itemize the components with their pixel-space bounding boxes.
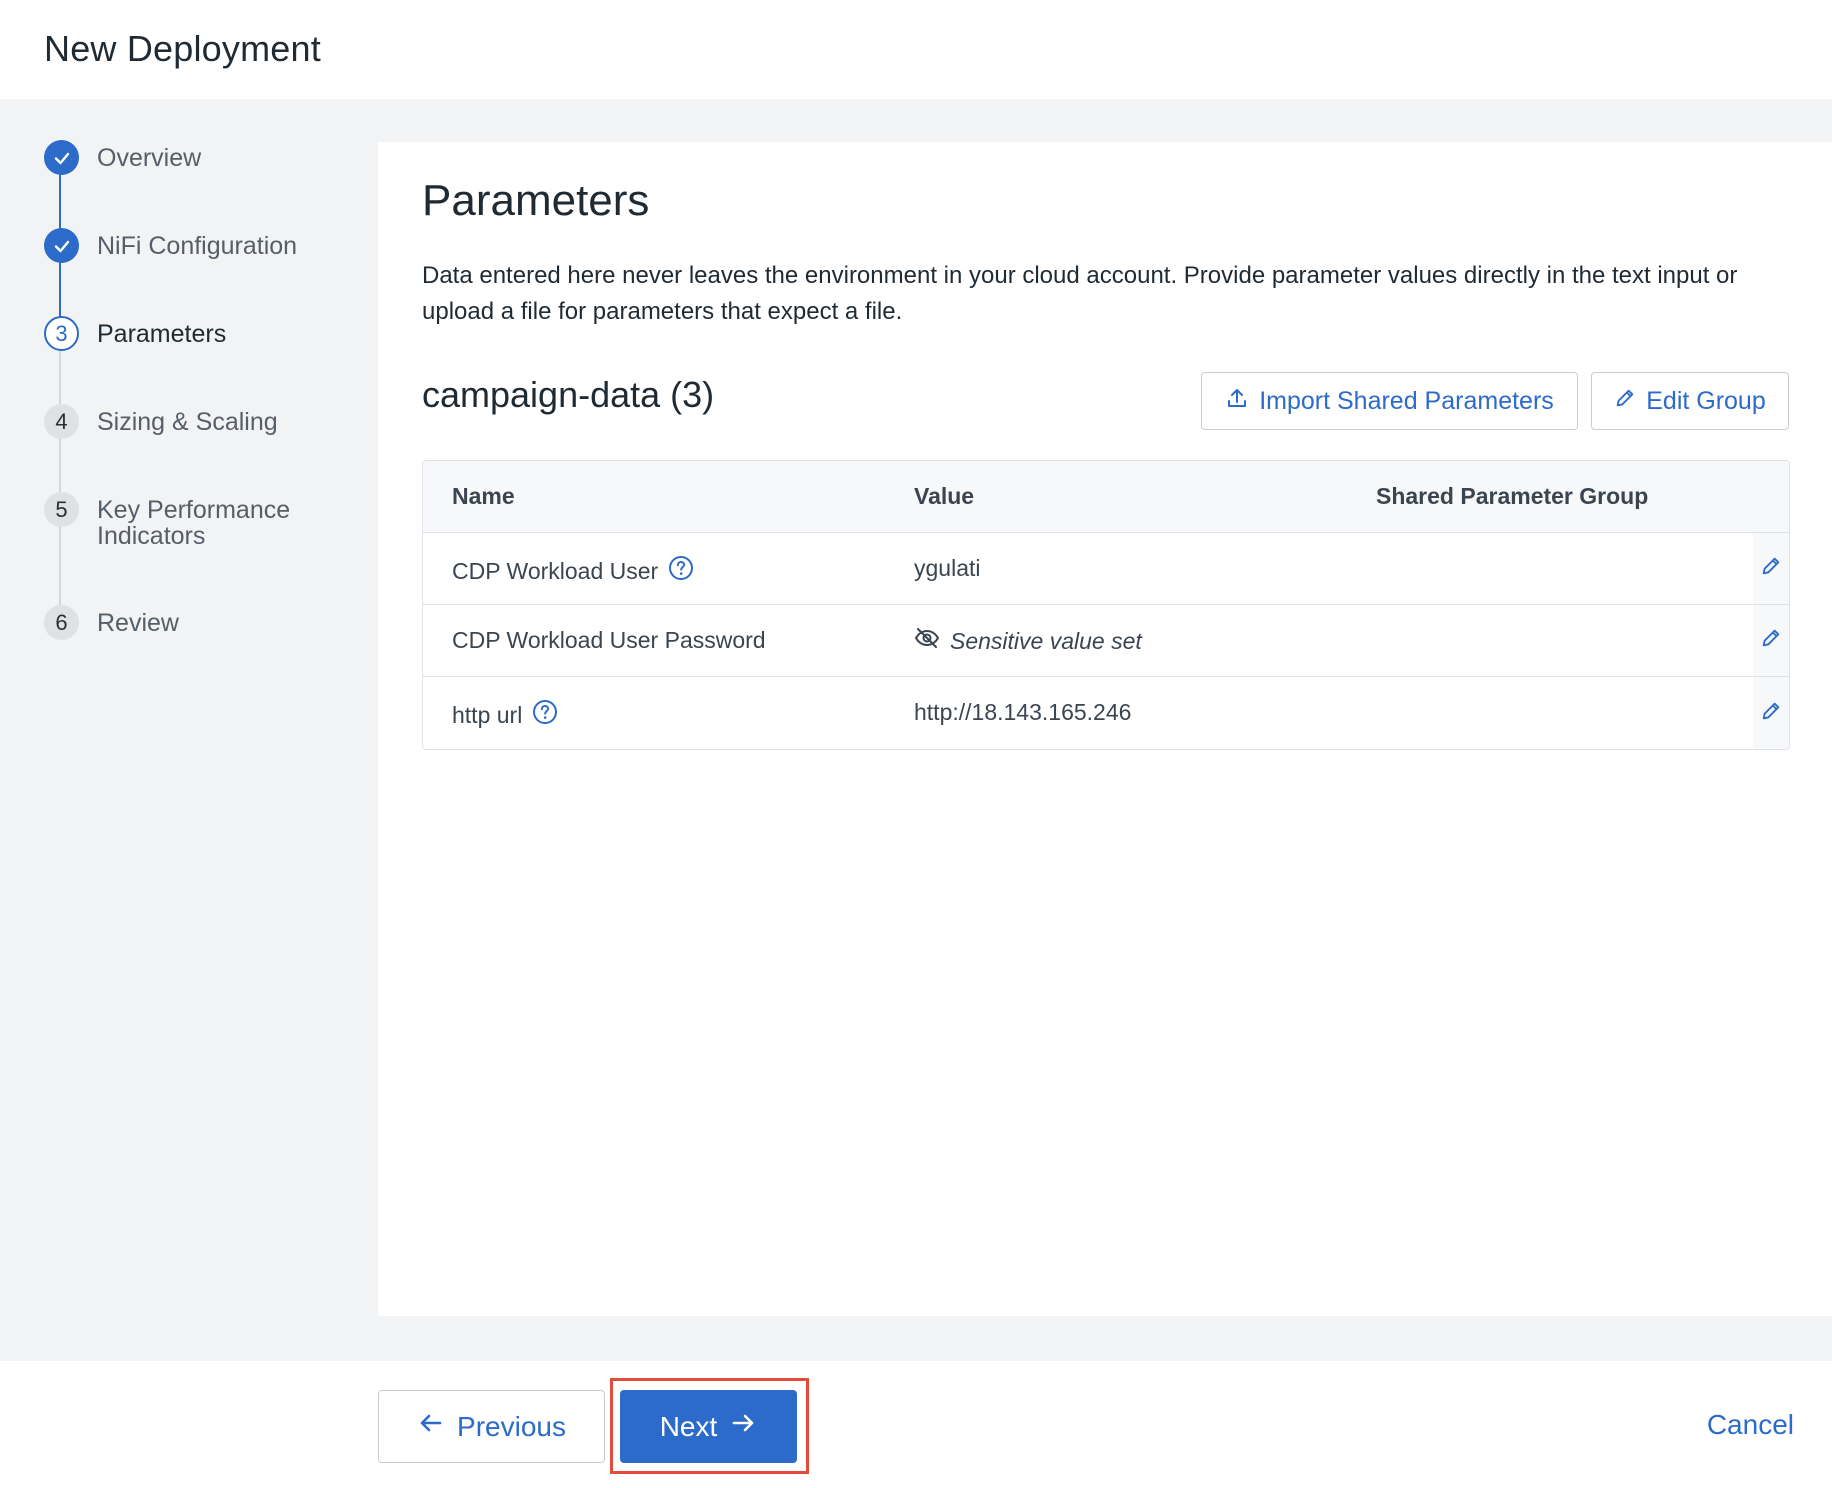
parameter-name: CDP Workload User Password [452,627,766,653]
step-sizing-scaling[interactable]: 4 Sizing & Scaling [44,404,278,439]
parameters-panel: Parameters Data entered here never leave… [378,142,1832,1316]
edit-parameter-button[interactable] [1753,677,1789,749]
step-nifi-configuration[interactable]: NiFi Configuration [44,228,297,263]
step-number: 5 [44,492,79,527]
eye-off-icon [914,627,940,655]
previous-button[interactable]: Previous [378,1390,605,1463]
table-row: CDP Workload User Password Sensitive val… [423,605,1789,677]
edit-group-button[interactable]: Edit Group [1591,372,1789,430]
step-label-line: Key Performance [97,496,291,524]
step-number: 4 [44,404,79,439]
step-number: 3 [44,316,79,351]
help-circle-icon[interactable] [668,555,694,587]
button-label: Edit Group [1646,386,1766,415]
pencil-icon [1760,555,1782,582]
step-label: Key Performance Indicators [97,492,290,549]
edit-parameter-button[interactable] [1753,605,1789,676]
parameters-table: Name Value Shared Parameter Group CDP Wo… [422,460,1790,750]
step-label: Review [97,609,179,637]
pencil-icon [1760,700,1782,727]
step-key-performance-indicators[interactable]: 5 Key Performance Indicators [44,492,290,549]
table-header: Name Value Shared Parameter Group [423,461,1789,533]
pencil-icon [1760,627,1782,654]
arrow-right-icon [729,1409,757,1444]
parameter-name: CDP Workload User [452,557,659,584]
upload-icon [1225,386,1249,417]
cancel-link[interactable]: Cancel [1707,1409,1794,1441]
parameter-group-title: campaign-data (3) [422,374,715,415]
help-circle-icon[interactable] [532,699,558,731]
check-icon [44,140,79,175]
parameter-name-cell: http url [452,699,558,731]
pencil-icon [1614,387,1636,416]
column-header-value: Value [914,483,975,509]
parameter-value: http://18.143.165.246 [914,699,1132,725]
check-icon [44,228,79,263]
section-title: Parameters [422,176,650,225]
step-label: Parameters [97,320,227,348]
button-label: Next [659,1410,718,1442]
next-button[interactable]: Next [620,1390,797,1463]
arrow-left-icon [417,1409,445,1444]
table-row: http url http://18.143.165.246 [423,677,1789,749]
button-label: Previous [457,1410,566,1442]
page-header: New Deployment [0,0,1832,99]
sensitive-value-text: Sensitive value set [950,627,1142,654]
parameter-name-cell: CDP Workload User [452,555,694,587]
step-label: NiFi Configuration [97,232,298,260]
wizard-stepper: Overview NiFi Configuration 3 Parameters… [0,99,378,1361]
step-number: 6 [44,605,79,640]
step-parameters[interactable]: 3 Parameters [44,316,226,351]
parameter-value: ygulati [914,555,981,581]
step-overview[interactable]: Overview [44,140,201,175]
parameter-name: http url [452,701,523,728]
parameter-value-cell: Sensitive value set [914,627,1142,655]
column-header-name: Name [452,483,515,509]
column-header-shared-group: Shared Parameter Group [1376,483,1649,509]
section-description: Data entered here never leaves the envir… [422,262,1738,325]
step-label: Overview [97,144,202,172]
step-label-line: Indicators [97,522,206,550]
page-title: New Deployment [44,28,321,69]
step-label: Sizing & Scaling [97,408,278,436]
table-row: CDP Workload User ygulati [423,533,1789,605]
step-review[interactable]: 6 Review [44,605,179,640]
wizard-footer: Previous Next Cancel [0,1361,1832,1488]
button-label: Import Shared Parameters [1259,386,1554,415]
import-shared-parameters-button[interactable]: Import Shared Parameters [1201,372,1578,430]
edit-parameter-button[interactable] [1753,533,1789,604]
